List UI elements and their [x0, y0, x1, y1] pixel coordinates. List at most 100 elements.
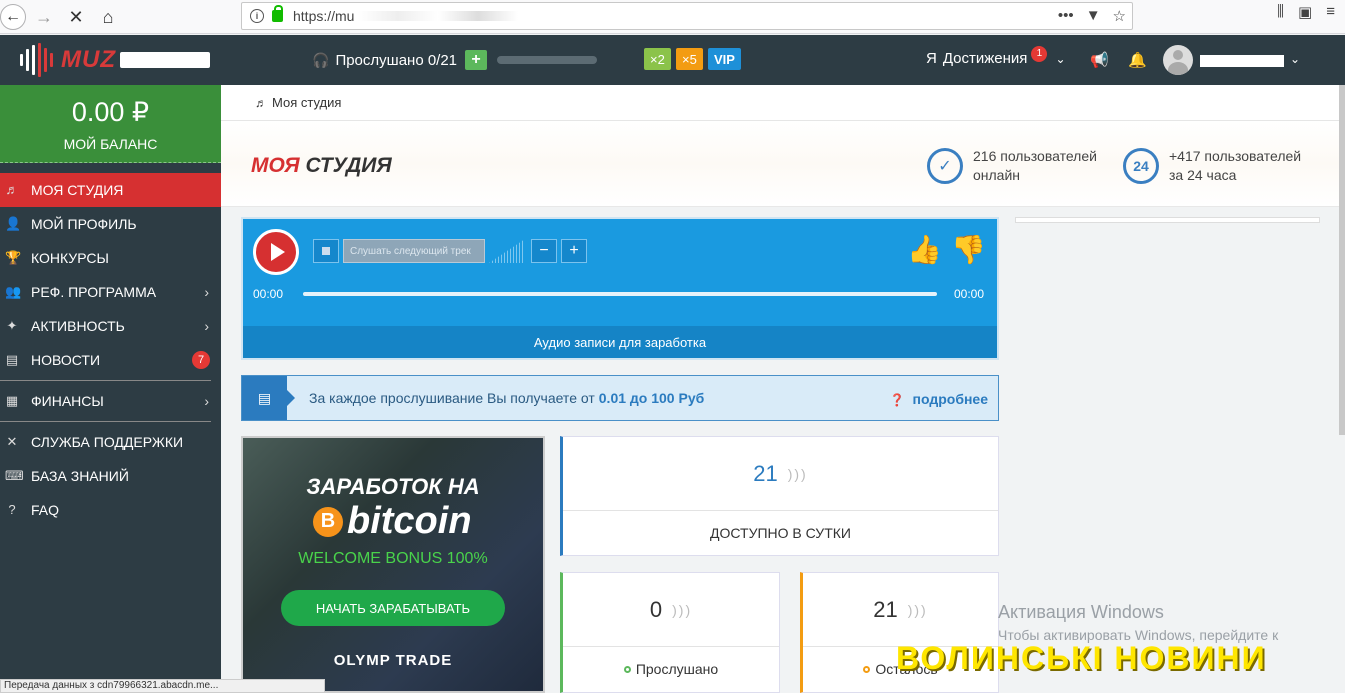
remaining-value: 21 [873, 596, 898, 622]
sidebar-item-knowledge[interactable]: ⌨ БАЗА ЗНАНИЙ [0, 459, 221, 493]
bookmark-star-icon[interactable]: ☆ [1113, 7, 1126, 25]
page-title-part2: СТУДИЯ [305, 154, 392, 177]
ad-bitcoin-text: bitcoin [347, 500, 472, 542]
title-area: МОЯ СТУДИЯ ✓ 216 пользователей онлайн 24… [221, 121, 1339, 207]
lock-icon [272, 5, 283, 22]
track-progress-bar[interactable] [303, 292, 937, 296]
page-scrollbar[interactable] [1339, 85, 1345, 435]
library-icon[interactable]: ⫼ [1277, 3, 1284, 21]
stop-button[interactable] [313, 239, 339, 263]
news-watermark: ВОЛИНСЬКІ НОВИНИ [896, 640, 1267, 676]
music-note-icon: ♬ [5, 182, 19, 197]
achievements-icon: Я [926, 50, 937, 67]
next-track-button[interactable]: Слушать следующий трек [343, 239, 485, 263]
sidebar-item-label: АКТИВНОСТЬ [31, 318, 125, 334]
listened-value-row: 0 ))) [563, 573, 779, 647]
sidebar-item-label: РЕФ. ПРОГРАММА [31, 284, 157, 300]
volume-down-button[interactable]: − [531, 239, 557, 263]
sidebar-item-studio[interactable]: ♬ МОЯ СТУДИЯ [0, 173, 221, 207]
bell-icon[interactable]: 🔔 [1128, 51, 1147, 69]
ad-brand: OLYMP TRADE [333, 652, 453, 669]
ad-bonus: WELCOME BONUS 100% [298, 550, 488, 567]
site-info-icon[interactable]: i [250, 9, 264, 23]
sidebar-item-contests[interactable]: 🏆 КОНКУРСЫ [0, 241, 221, 275]
back-arrow-icon[interactable]: ← [0, 4, 26, 30]
page-title-part1: МОЯ [251, 154, 300, 177]
right-panel [1015, 217, 1320, 223]
stop-loading-icon[interactable]: ✕ [62, 3, 90, 31]
remaining-value-row: 21 ))) [803, 573, 998, 647]
address-bar[interactable]: i https://mu ••• ▼ ☆ [241, 2, 1133, 30]
sidebar-item-activity[interactable]: ✦ АКТИВНОСТЬ › [0, 309, 221, 343]
browser-toolbar: ← → ✕ ⌂ i https://mu ••• ▼ ☆ ⫼ ▣ ≡ [0, 0, 1345, 34]
browser-status-bar: Передача данных з cdn79966321.abacdn.me.… [0, 679, 325, 693]
daily-stat-line1: +417 пользователей [1169, 148, 1302, 164]
sidebar-item-label: СЛУЖБА ПОДДЕРЖКИ [31, 434, 184, 450]
app-header: MUZ 🎧 Прослушано 0/21 + ×2 ×5 VIP Я Дост… [0, 35, 1345, 85]
volume-up-button[interactable]: + [561, 239, 587, 263]
24h-icon: 24 [1123, 148, 1159, 184]
newspaper-icon: ▤ [5, 352, 19, 367]
listened-card: 0 ))) Прослушано [560, 572, 780, 693]
thumbs-up-icon[interactable]: 👍 [907, 233, 942, 265]
orange-dot-icon [863, 665, 871, 673]
avatar[interactable] [1163, 45, 1193, 75]
balance-panel: 0.00 ₽ МОЙ БАЛАНС [0, 85, 221, 163]
headphones-icon: 🎧 [312, 51, 330, 68]
info-range: 0.01 до 100 Руб [598, 390, 705, 406]
sidebar-item-news[interactable]: ▤ НОВОСТИ 7 [0, 343, 221, 377]
trophy-icon: 🏆 [5, 250, 22, 265]
wrench-icon: ✕ [6, 434, 18, 449]
daily-available-value: 21 [753, 460, 778, 486]
sidebar-item-label: FAQ [31, 502, 60, 518]
start-earning-button[interactable]: НАЧАТЬ ЗАРАБАТЫВАТЬ [281, 590, 505, 626]
ad-title: ЗАРАБОТОК НА [306, 474, 480, 499]
volume-indicator[interactable] [489, 239, 525, 263]
online-stat-line2: онлайн [973, 167, 1021, 183]
thumbs-down-icon[interactable]: 👎 [951, 233, 986, 265]
forward-arrow-icon[interactable]: → [30, 3, 58, 31]
megaphone-icon[interactable]: 📢 [1090, 51, 1109, 69]
multiplier-x5-badge[interactable]: ×5 [676, 48, 703, 70]
sidebar-item-profile[interactable]: 👤 МОЙ ПРОФИЛЬ [0, 207, 221, 241]
achievements-menu[interactable]: Я Достижения 1 ⌄ [926, 45, 1066, 67]
time-elapsed: 00:00 [253, 287, 284, 301]
green-dot-icon [623, 665, 631, 673]
sidebar-item-support[interactable]: ✕ СЛУЖБА ПОДДЕРЖКИ [0, 425, 221, 459]
chevron-right-icon: › [204, 318, 209, 334]
page-actions-icon[interactable]: ••• [1058, 7, 1074, 25]
pocket-icon[interactable]: ▼ [1086, 7, 1101, 25]
listen-progress-bar [497, 56, 598, 64]
audio-player: Слушать следующий трек − + 👍 👎 00:00 00:… [241, 217, 999, 360]
logo-soundwave-icon [20, 43, 53, 77]
bitcoin-ad-banner[interactable]: ЗАРАБОТОК НА B bitcoin WELCOME BONUS 100… [241, 436, 545, 693]
multiplier-x2-badge[interactable]: ×2 [644, 48, 671, 70]
online-stat: ✓ 216 пользователей онлайн [927, 147, 1097, 185]
more-link[interactable]: ❓ подробнее [890, 391, 988, 407]
player-caption: Аудио записи для заработка [243, 326, 997, 358]
sidebar-toggle-icon[interactable]: ▣ [1298, 3, 1312, 21]
user-chevron-down-icon[interactable]: ⌄ [1290, 52, 1300, 66]
sidebar-item-referral[interactable]: 👥 РЕФ. ПРОГРАММА › [0, 275, 221, 309]
home-icon[interactable]: ⌂ [94, 3, 122, 31]
url-text[interactable]: https://mu [293, 8, 354, 24]
activity-icon: ✦ [6, 318, 18, 333]
chevron-right-icon: › [204, 284, 209, 300]
more-link-label: подробнее [912, 391, 989, 407]
sidebar-item-finance[interactable]: ▦ ФИНАНСЫ › [0, 384, 221, 418]
vip-badge[interactable]: VIP [708, 48, 741, 70]
daily-available-value-row: 21 ))) [563, 437, 998, 511]
sidebar-item-faq[interactable]: ? FAQ [0, 493, 221, 527]
achievements-badge: 1 [1031, 45, 1048, 62]
menu-icon[interactable]: ≡ [1326, 3, 1335, 21]
breadcrumb-item[interactable]: Моя студия [272, 95, 341, 110]
listened-value: 0 [649, 596, 663, 622]
music-note-icon: ♬ [255, 95, 267, 110]
listened-label: Прослушано [635, 661, 719, 677]
play-button[interactable] [253, 229, 299, 275]
logo[interactable]: MUZ [20, 43, 210, 77]
main-content: ♬ Моя студия МОЯ СТУДИЯ ✓ 216 пользовате… [221, 85, 1339, 693]
soundwave-icon: ))) [672, 601, 693, 618]
add-listens-button[interactable]: + [465, 50, 488, 70]
username-redacted[interactable] [1200, 55, 1284, 67]
